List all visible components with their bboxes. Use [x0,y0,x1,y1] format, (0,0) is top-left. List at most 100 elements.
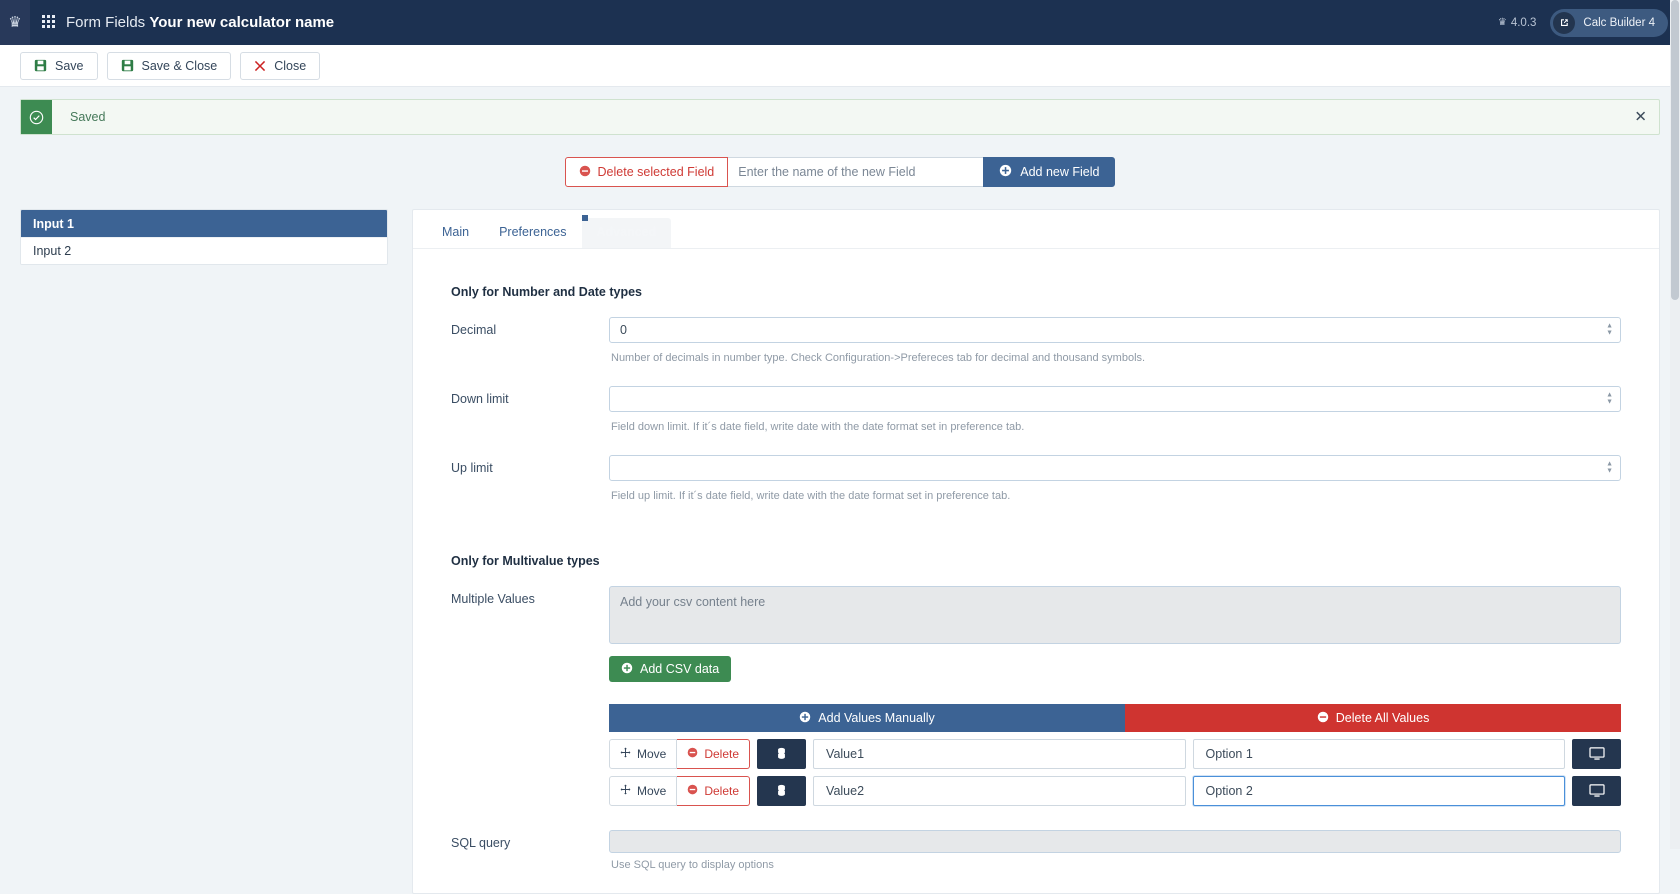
sql-query-help-text: Use SQL query to display options [611,859,774,871]
multiple-values-row: Multiple Values Add CSV data [451,586,1621,806]
down-limit-field-col: ▲ ▼ [609,386,1621,412]
sql-query-field-col: Use SQL query to display options [609,830,1621,889]
value-input[interactable] [813,739,1186,769]
up-limit-label: Up limit [451,461,493,475]
decimal-help-text: Number of decimals in number type. Check… [611,352,1146,364]
move-value-button[interactable]: Move [609,776,678,806]
decimal-input[interactable] [609,317,1621,343]
decimal-label: Decimal [451,323,497,337]
joomla-icon: ♛ [8,14,22,31]
down-limit-input[interactable] [609,386,1621,412]
up-limit-input[interactable] [609,455,1621,481]
grid-apps-icon[interactable] [42,15,57,30]
page-scrollbar[interactable] [1670,0,1680,849]
minus-circle-icon [579,165,591,180]
tab-advanced[interactable]: Advanced [581,215,672,248]
header-right-group: ♛ 4.0.3 Calc Builder 4 [1498,0,1668,45]
alert-container: Saved ✕ [0,87,1680,135]
monitor-icon[interactable] [1572,739,1621,769]
fields-sidebar: Input 1 Input 2 [20,209,388,265]
saved-alert: Saved ✕ [20,99,1660,135]
add-new-field-button[interactable]: Add new Field [983,157,1116,187]
sidebar-item-label: Input 1 [33,216,74,231]
delete-value-label: Delete [704,747,740,761]
database-stack-icon[interactable] [757,739,807,769]
option-input[interactable] [1192,776,1565,806]
tab-main[interactable]: Main [427,218,484,248]
calc-builder-button[interactable]: Calc Builder 4 [1550,8,1668,37]
save-and-close-button[interactable]: Save & Close [106,51,232,80]
save-button-label: Save [55,58,84,73]
tab-advanced-label: Advanced [596,225,657,239]
decimal-stepper[interactable]: ▲ ▼ [1606,323,1613,337]
down-limit-help-text: Field down limit. If it´s date field, wr… [611,421,1025,433]
new-field-name-input[interactable] [728,157,984,187]
save-and-close-button-label: Save & Close [141,58,218,73]
sql-query-row: SQL query Use SQL query to display optio… [451,830,1621,889]
tab-preferences[interactable]: Preferences [484,218,581,248]
database-stack-icon[interactable] [757,776,807,806]
external-link-icon [1553,11,1576,34]
sql-query-label: SQL query [451,836,511,850]
check-circle-icon [21,100,52,134]
page-title-name: Your new calculator name [149,14,335,31]
sidebar-item-input-2[interactable]: Input 2 [21,237,387,264]
field-action-bar: Delete selected Field Add new Field [0,157,1680,187]
add-csv-data-button[interactable]: Add CSV data [609,656,732,682]
add-csv-data-label: Add CSV data [640,662,720,676]
delete-value-label: Delete [704,784,740,798]
up-limit-stepper[interactable]: ▲ ▼ [1606,461,1613,475]
sidebar-item-label: Input 2 [33,244,72,258]
values-action-bar: Add Values Manually Delete All Values [609,704,1621,732]
save-button[interactable]: Save [20,51,98,80]
joomla-logo[interactable]: ♛ [0,0,30,45]
tab-bar: Main Preferences Advanced [413,210,1659,249]
tab-preferences-label: Preferences [499,225,567,239]
move-value-label: Move [637,784,667,798]
section-title-multivalue: Only for Multivalue types [451,554,600,568]
up-limit-help-text: Field up limit. If it´s date field, writ… [611,490,1011,502]
action-toolbar: Save Save & Close Close [0,45,1680,87]
tab-main-label: Main [442,225,470,239]
joomla-icon: ♛ [1497,17,1507,28]
main-content: Input 1 Input 2 Main Preferences Advance… [0,209,1680,894]
sql-query-input[interactable] [609,830,1621,853]
floppy-disk-icon [121,59,134,72]
delete-selected-field-button[interactable]: Delete selected Field [564,157,729,187]
delete-value-button[interactable]: Delete [677,739,751,769]
alert-close-icon[interactable]: ✕ [1634,110,1647,125]
monitor-icon[interactable] [1572,776,1621,806]
arrows-move-icon [620,747,631,761]
decimal-help-row: Number of decimals in number type. Check… [451,347,1621,382]
down-limit-row: Down limit ▲ ▼ [451,386,1621,412]
sidebar-item-input-1[interactable]: Input 1 [21,210,387,237]
alert-message: Saved [70,110,106,124]
field-settings-panel: Main Preferences Advanced Only for Numbe… [412,209,1660,894]
floppy-disk-icon [34,59,47,72]
advanced-form: Only for Number and Date types Decimal ▲… [413,249,1659,889]
add-values-manually-label: Add Values Manually [818,711,935,725]
calc-builder-label: Calc Builder 4 [1583,16,1655,29]
minus-circle-icon [687,747,698,761]
section-title-number-date: Only for Number and Date types [451,285,643,299]
delete-all-values-button[interactable]: Delete All Values [1125,704,1621,732]
plus-circle-icon [799,711,811,726]
option-input[interactable] [1192,739,1565,769]
arrows-move-icon [620,784,631,798]
page-scrollbar-thumb[interactable] [1671,0,1679,300]
down-limit-stepper[interactable]: ▲ ▼ [1606,392,1613,406]
value-input[interactable] [813,776,1186,806]
add-values-manually-button[interactable]: Add Values Manually [609,704,1126,732]
value-row: Move Delete [609,739,1621,769]
app-header: ♛ Form Fields Your new calculator name ♛… [0,0,1680,45]
multiple-values-textarea[interactable] [609,586,1621,644]
up-limit-field-col: ▲ ▼ [609,455,1621,481]
delete-value-button[interactable]: Delete [677,776,751,806]
close-button[interactable]: Close [240,51,321,80]
page-title: Form Fields Your new calculator name [66,14,334,31]
move-value-button[interactable]: Move [609,739,678,769]
up-limit-row: Up limit ▲ ▼ [451,455,1621,481]
down-limit-label: Down limit [451,392,509,406]
close-button-label: Close [274,58,307,73]
